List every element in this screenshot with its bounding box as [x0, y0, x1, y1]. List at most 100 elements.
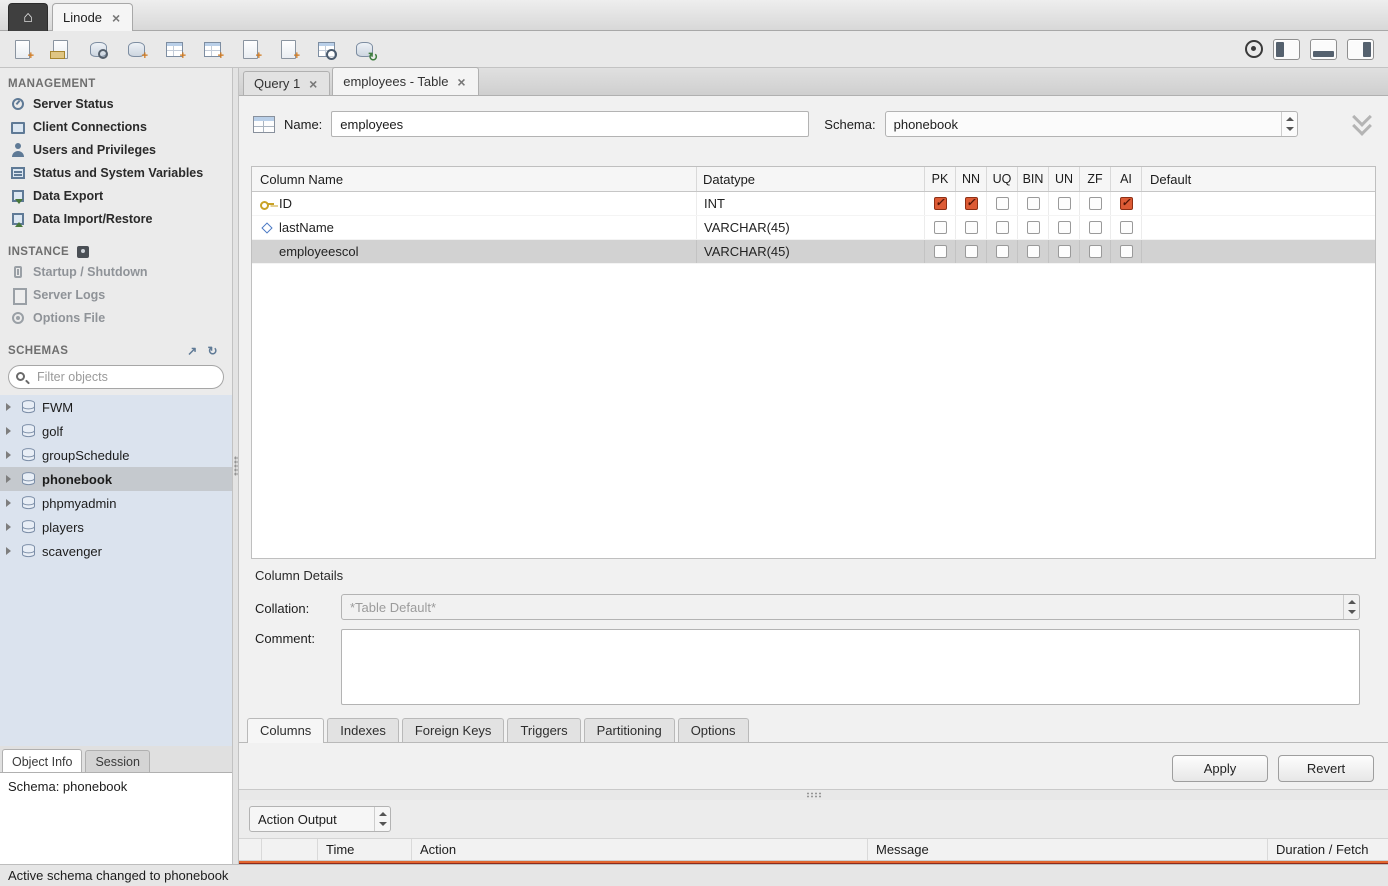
- toggle-output-area-icon[interactable]: [1310, 39, 1337, 60]
- new-sql-tab-icon[interactable]: [10, 37, 34, 61]
- collapse-editor-icon[interactable]: [1350, 113, 1374, 135]
- editor-tab[interactable]: Options: [678, 718, 749, 742]
- grid-column-header[interactable]: BIN: [1018, 167, 1049, 191]
- refresh-schemas-icon[interactable]: [208, 345, 218, 357]
- tab-employees-table[interactable]: employees - Table: [332, 67, 478, 95]
- schema-filter-input[interactable]: [8, 365, 224, 389]
- datatype-cell[interactable]: INT: [697, 192, 925, 215]
- zf-checkbox[interactable]: [1089, 197, 1102, 210]
- expander-icon[interactable]: [6, 499, 15, 507]
- grid-column-header[interactable]: Default: [1142, 167, 1375, 191]
- expand-panel-icon[interactable]: [187, 345, 197, 357]
- info-tab[interactable]: Session: [85, 750, 149, 772]
- status-icon[interactable]: [1245, 40, 1263, 58]
- expander-icon[interactable]: [6, 523, 15, 531]
- create-function-icon[interactable]: [276, 37, 300, 61]
- grid-column-header[interactable]: NN: [956, 167, 987, 191]
- close-icon[interactable]: [456, 75, 468, 89]
- editor-tab[interactable]: Partitioning: [584, 718, 675, 742]
- sidebar-splitter[interactable]: [232, 68, 239, 864]
- zf-checkbox[interactable]: [1089, 221, 1102, 234]
- schema-select[interactable]: phonebook: [885, 111, 1298, 137]
- grid-column-header[interactable]: UQ: [987, 167, 1018, 191]
- sidebar-item[interactable]: Startup / Shutdown: [0, 260, 232, 283]
- sidebar-item[interactable]: Users and Privileges: [0, 138, 232, 161]
- info-tab[interactable]: Object Info: [2, 749, 82, 772]
- ai-checkbox[interactable]: [1120, 221, 1133, 234]
- schema-inspector-icon[interactable]: [86, 37, 110, 61]
- default-cell[interactable]: [1142, 240, 1375, 263]
- table-row[interactable]: lastName VARCHAR(45): [252, 216, 1375, 240]
- schema-item[interactable]: phonebook: [0, 467, 232, 491]
- editor-tab[interactable]: Columns: [247, 718, 324, 743]
- table-row[interactable]: ID INT: [252, 192, 1375, 216]
- datatype-cell[interactable]: VARCHAR(45): [697, 240, 925, 263]
- schema-item[interactable]: phpmyadmin: [0, 491, 232, 515]
- un-checkbox[interactable]: [1058, 245, 1071, 258]
- pk-checkbox[interactable]: [934, 245, 947, 258]
- column-name-cell[interactable]: lastName: [252, 216, 697, 239]
- default-cell[interactable]: [1142, 216, 1375, 239]
- apply-button[interactable]: Apply: [1172, 755, 1268, 782]
- pk-checkbox[interactable]: [934, 197, 947, 210]
- toggle-left-sidebar-icon[interactable]: [1273, 39, 1300, 60]
- sidebar-item[interactable]: Server Logs: [0, 283, 232, 306]
- create-procedure-icon[interactable]: [238, 37, 262, 61]
- create-view-icon[interactable]: [200, 37, 224, 61]
- datatype-cell[interactable]: VARCHAR(45): [697, 216, 925, 239]
- connection-tab[interactable]: Linode: [52, 3, 133, 31]
- grid-column-header[interactable]: PK: [925, 167, 956, 191]
- bin-checkbox[interactable]: [1027, 197, 1040, 210]
- home-tab[interactable]: [8, 3, 48, 31]
- sidebar-item[interactable]: Data Import/Restore: [0, 207, 232, 230]
- create-table-icon[interactable]: [162, 37, 186, 61]
- default-cell[interactable]: [1142, 192, 1375, 215]
- comment-textarea[interactable]: [341, 629, 1360, 705]
- open-sql-script-icon[interactable]: [48, 37, 72, 61]
- uq-checkbox[interactable]: [996, 221, 1009, 234]
- un-checkbox[interactable]: [1058, 221, 1071, 234]
- editor-tab[interactable]: Foreign Keys: [402, 718, 505, 742]
- schema-item[interactable]: FWM: [0, 395, 232, 419]
- column-name-cell[interactable]: employeescol: [252, 240, 697, 263]
- grid-column-header[interactable]: ZF: [1080, 167, 1111, 191]
- pk-checkbox[interactable]: [934, 221, 947, 234]
- uq-checkbox[interactable]: [996, 197, 1009, 210]
- expander-icon[interactable]: [6, 427, 15, 435]
- sidebar-item[interactable]: Client Connections: [0, 115, 232, 138]
- schema-item[interactable]: groupSchedule: [0, 443, 232, 467]
- reconnect-dbms-icon[interactable]: [352, 37, 376, 61]
- sidebar-item[interactable]: Status and System Variables: [0, 161, 232, 184]
- search-table-data-icon[interactable]: [314, 37, 338, 61]
- table-name-input[interactable]: [331, 111, 809, 137]
- schema-item[interactable]: golf: [0, 419, 232, 443]
- close-icon[interactable]: [307, 77, 319, 91]
- expander-icon[interactable]: [6, 451, 15, 459]
- nn-checkbox[interactable]: [965, 221, 978, 234]
- grid-column-header[interactable]: UN: [1049, 167, 1080, 191]
- un-checkbox[interactable]: [1058, 197, 1071, 210]
- sidebar-item[interactable]: Data Export: [0, 184, 232, 207]
- expander-icon[interactable]: [6, 547, 15, 555]
- sidebar-item[interactable]: Server Status: [0, 92, 232, 115]
- expander-icon[interactable]: [6, 403, 15, 411]
- sidebar-item[interactable]: Options File: [0, 306, 232, 329]
- close-icon[interactable]: [110, 11, 122, 25]
- grid-column-header[interactable]: Datatype: [697, 167, 925, 191]
- output-splitter[interactable]: [239, 790, 1388, 800]
- tab-query-1[interactable]: Query 1: [243, 71, 330, 95]
- toggle-right-sidebar-icon[interactable]: [1347, 39, 1374, 60]
- nn-checkbox[interactable]: [965, 245, 978, 258]
- grid-column-header[interactable]: Column Name: [252, 167, 697, 191]
- uq-checkbox[interactable]: [996, 245, 1009, 258]
- expander-icon[interactable]: [6, 475, 15, 483]
- schema-item[interactable]: scavenger: [0, 539, 232, 563]
- ai-checkbox[interactable]: [1120, 197, 1133, 210]
- editor-tab[interactable]: Indexes: [327, 718, 399, 742]
- editor-tab[interactable]: Triggers: [507, 718, 580, 742]
- ai-checkbox[interactable]: [1120, 245, 1133, 258]
- column-name-cell[interactable]: ID: [252, 192, 697, 215]
- grid-column-header[interactable]: AI: [1111, 167, 1142, 191]
- revert-button[interactable]: Revert: [1278, 755, 1374, 782]
- schema-item[interactable]: players: [0, 515, 232, 539]
